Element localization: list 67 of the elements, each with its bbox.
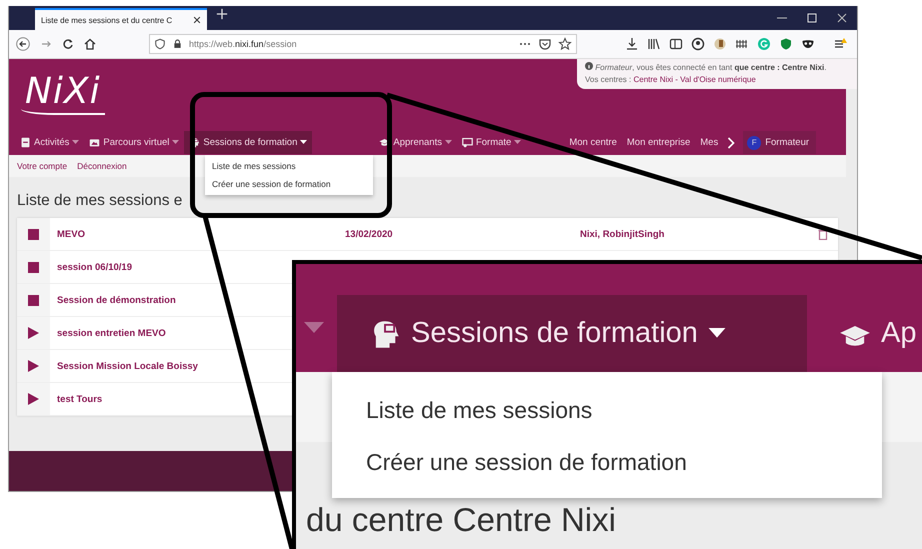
home-icon[interactable] bbox=[83, 37, 97, 51]
dropdown-item[interactable]: Liste de mes sessions bbox=[332, 384, 882, 436]
session-name[interactable]: Session de démonstration bbox=[57, 294, 176, 306]
nav-menu-item[interactable]: Mes bbox=[695, 131, 724, 154]
session-name[interactable]: session 06/10/19 bbox=[57, 262, 132, 272]
page-heading: Liste de mes sessions e bbox=[17, 191, 182, 210]
info-icon bbox=[585, 62, 593, 70]
nav-menu-item[interactable]: Apprenants bbox=[374, 131, 457, 154]
dropdown-item[interactable]: Créer une session de formation bbox=[332, 436, 882, 488]
play-icon[interactable] bbox=[28, 327, 39, 339]
info-message: Formateur, vous êtes connecté en tant que centre : Centre Nixi. bbox=[585, 63, 826, 72]
dropdown-item[interactable]: Liste de mes sessions bbox=[205, 157, 373, 175]
session-name[interactable]: test Tours bbox=[57, 394, 102, 404]
back-icon[interactable] bbox=[15, 37, 31, 51]
dropdown-item[interactable]: Créer une session de formation bbox=[205, 175, 373, 193]
session-date: 13/02/2020 bbox=[345, 228, 393, 240]
chevron-right-icon[interactable] bbox=[727, 136, 736, 148]
play-icon[interactable] bbox=[28, 393, 39, 405]
stop-icon[interactable] bbox=[28, 294, 39, 306]
nav-menu-item[interactable]: Parcours virtuel bbox=[84, 131, 184, 154]
user-menu[interactable]: F Formateur bbox=[743, 131, 816, 154]
extension-icon[interactable] bbox=[713, 37, 727, 51]
centre-link[interactable]: Centre Nixi - Val d'Oise numérique bbox=[633, 75, 756, 84]
nav-item-icon bbox=[89, 137, 100, 148]
reload-icon[interactable] bbox=[61, 37, 75, 51]
tab-title: Liste de mes sessions et du centre C bbox=[41, 16, 174, 24]
star-icon[interactable] bbox=[558, 37, 572, 51]
lock-icon[interactable] bbox=[172, 37, 183, 51]
session-name[interactable]: Session Mission Locale Boissy bbox=[57, 360, 198, 372]
sidebar-icon[interactable] bbox=[669, 37, 683, 51]
avatar: F bbox=[747, 136, 762, 150]
centres-label: Vos centres : bbox=[585, 75, 632, 84]
shield-icon[interactable] bbox=[779, 37, 793, 51]
account-link[interactable]: Votre compte bbox=[17, 161, 68, 171]
caret-icon bbox=[304, 322, 324, 334]
nav-menu-item[interactable]: Sessions de formation bbox=[184, 131, 312, 154]
session-trainers: Nixi, RobinjitSingh bbox=[580, 228, 664, 240]
session-name[interactable]: MEVO bbox=[57, 228, 85, 240]
grid-icon[interactable] bbox=[735, 37, 749, 51]
download-icon[interactable] bbox=[625, 37, 639, 51]
nav-item-icon bbox=[462, 137, 473, 148]
nav-menu-item[interactable]: Ap bbox=[839, 317, 916, 350]
shield-icon[interactable] bbox=[154, 37, 166, 51]
nav-menu-item[interactable]: Activités bbox=[15, 131, 84, 154]
nav-item-icon bbox=[20, 137, 31, 148]
nav-menu-item[interactable]: Mon centre bbox=[564, 131, 622, 154]
address-bar[interactable]: https://web.nixi.fun/session bbox=[149, 34, 577, 54]
logo[interactable]: NiXi bbox=[21, 71, 105, 115]
heading-fragment: du centre Centre Nixi bbox=[306, 500, 616, 540]
stop-icon[interactable] bbox=[28, 228, 39, 240]
account-link[interactable]: Déconnexion bbox=[77, 161, 127, 171]
close-icon[interactable] bbox=[835, 11, 849, 25]
session-name[interactable]: session entretien MEVO bbox=[57, 328, 166, 338]
plus-icon[interactable] bbox=[216, 7, 228, 21]
url-text: https://web.nixi.fun/session bbox=[189, 39, 298, 49]
nav-menu-item[interactable]: Sessions de formation bbox=[337, 295, 807, 372]
trash-icon[interactable] bbox=[818, 228, 828, 240]
nav-menu-item[interactable]: Mon entreprise bbox=[622, 131, 696, 154]
browser-tab[interactable]: Liste de mes sessions et du centre C bbox=[35, 8, 207, 30]
pocket-icon[interactable] bbox=[538, 37, 552, 51]
account-icon[interactable] bbox=[691, 37, 705, 51]
library-icon[interactable] bbox=[647, 37, 661, 51]
caret-icon bbox=[708, 328, 726, 340]
stop-icon[interactable] bbox=[28, 262, 39, 272]
maximize-icon[interactable] bbox=[805, 11, 819, 25]
nav-menu-item[interactable]: Formate bbox=[456, 131, 526, 154]
play-icon[interactable] bbox=[28, 360, 39, 372]
